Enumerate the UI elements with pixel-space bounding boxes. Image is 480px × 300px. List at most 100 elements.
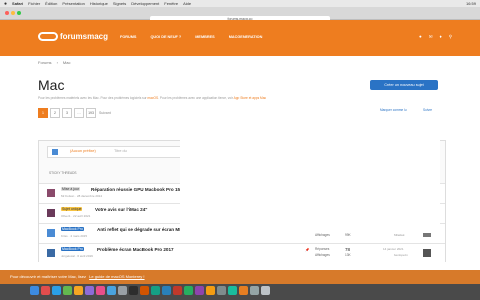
replies-label: Réponses bbox=[315, 247, 330, 251]
avatar bbox=[423, 249, 431, 257]
page-193[interactable]: 193 bbox=[86, 108, 96, 118]
menu-aide[interactable]: Aide bbox=[183, 1, 191, 6]
podcasts-icon[interactable] bbox=[85, 286, 94, 295]
bell-icon[interactable]: ♦ bbox=[440, 34, 442, 40]
page-3[interactable]: 3 bbox=[62, 108, 72, 118]
dock-icons bbox=[30, 286, 272, 295]
prefix-select[interactable]: (Aucun préfixe) bbox=[70, 149, 96, 153]
macos-menubar: ● Safari Fichier Édition Présentation Hi… bbox=[0, 0, 480, 7]
minimize-window-icon[interactable] bbox=[11, 11, 15, 15]
banner-text: Pour découvrir et maîtriser votre Mac, l… bbox=[10, 274, 87, 279]
app-store-icon[interactable] bbox=[107, 286, 116, 295]
mark-read-link[interactable]: Marquer comme lu bbox=[380, 108, 407, 112]
thread-title[interactable]: Problème écran MacBook Pro 2017 bbox=[97, 247, 174, 252]
thread-prefix: MacBook Pro bbox=[61, 227, 85, 231]
breadcrumb-forums[interactable]: Forums bbox=[38, 60, 52, 65]
nav-forums[interactable]: FORUMS bbox=[120, 35, 136, 39]
desc-link-appstore[interactable]: App Store et apps Mac bbox=[234, 96, 266, 100]
thread-prefix: Mise à jour bbox=[61, 187, 81, 191]
avatar bbox=[47, 249, 55, 257]
app-icon[interactable] bbox=[228, 286, 237, 295]
app-icon[interactable] bbox=[195, 286, 204, 295]
table-row[interactable]: MacBook Pro Problème écran MacBook Pro 2… bbox=[39, 243, 445, 262]
app-icon[interactable] bbox=[151, 286, 160, 295]
photos-icon[interactable] bbox=[74, 286, 83, 295]
apple-icon[interactable]: ● bbox=[4, 1, 7, 7]
nav-membres[interactable]: MEMBRES bbox=[195, 35, 214, 39]
thread-author: Kriss · 4 mars 2015 bbox=[61, 234, 88, 238]
site-logo[interactable]: forumsmacg bbox=[38, 32, 108, 41]
app-icon[interactable] bbox=[206, 286, 215, 295]
app-icon[interactable] bbox=[217, 286, 226, 295]
last-post-date[interactable]: 14 janvier 2021 bbox=[383, 247, 404, 251]
thread-title[interactable]: Réparation réussie GPU Macbook Pro 15" 2… bbox=[91, 187, 194, 192]
user-icon[interactable]: ● bbox=[419, 34, 422, 40]
trash-icon[interactable] bbox=[261, 286, 270, 295]
menu-developpement[interactable]: Développement bbox=[131, 1, 159, 6]
nav-quoi-de-neuf[interactable]: QUOI DE NEUF ? bbox=[150, 35, 181, 39]
close-window-icon[interactable] bbox=[5, 11, 9, 15]
menu-safari[interactable]: Safari bbox=[12, 1, 23, 6]
search-icon[interactable]: ⚲ bbox=[449, 34, 452, 40]
thread-author: Mr.Kolson · 28 décembre 2014 bbox=[61, 194, 103, 198]
new-thread-button[interactable]: Créer un nouveau sujet bbox=[370, 80, 438, 90]
menu-presentation[interactable]: Présentation bbox=[62, 1, 84, 6]
system-preferences-icon[interactable] bbox=[118, 286, 127, 295]
page-ellipsis: … bbox=[74, 108, 84, 118]
breadcrumb: Forums › Mac bbox=[38, 60, 70, 65]
sticky-threads-label: STICKY THREADS bbox=[49, 171, 77, 175]
promo-banner: Pour découvrir et maîtriser votre Mac, l… bbox=[0, 270, 480, 284]
menu-fenetre[interactable]: Fenêtre bbox=[164, 1, 178, 6]
view-count: 99K bbox=[345, 233, 351, 237]
avatar bbox=[47, 229, 55, 237]
app-icon[interactable] bbox=[184, 286, 193, 295]
white-overlay-panel bbox=[180, 113, 440, 233]
menu-edition[interactable]: Édition bbox=[45, 1, 57, 6]
finder-icon[interactable] bbox=[30, 286, 39, 295]
view-count: 13K bbox=[345, 253, 351, 257]
last-post-user[interactable]: benlopezn bbox=[394, 253, 408, 257]
desc-text: Pour les problèmes matériels avec les Ma… bbox=[38, 96, 147, 100]
next-page-link[interactable]: Suivant bbox=[98, 109, 112, 117]
launchpad-icon[interactable] bbox=[41, 286, 50, 295]
desc-link-macos[interactable]: macOS bbox=[148, 96, 159, 100]
clock: 16:59 bbox=[465, 1, 476, 6]
forum-logo-icon bbox=[38, 32, 58, 41]
site-header: forumsmacg FORUMS QUOI DE NEUF ? MEMBRES… bbox=[0, 20, 480, 56]
app-icon[interactable] bbox=[140, 286, 149, 295]
zoom-window-icon[interactable] bbox=[17, 11, 21, 15]
main-nav: FORUMS QUOI DE NEUF ? MEMBRES MACGENERAT… bbox=[120, 35, 276, 39]
views-label: Affichages bbox=[315, 253, 330, 257]
messages-icon[interactable] bbox=[63, 286, 72, 295]
music-icon[interactable] bbox=[96, 286, 105, 295]
nav-macgeneration[interactable]: MACGENERATION bbox=[229, 35, 263, 39]
menu-signets[interactable]: Signets bbox=[113, 1, 126, 6]
header-icons: ● ✉ ♦ ⚲ bbox=[412, 34, 452, 40]
thread-author: Jorgelocal · 6 avril 2019 bbox=[61, 254, 93, 258]
browser-toolbar: forums.macg.co bbox=[0, 7, 480, 23]
safari-icon[interactable] bbox=[52, 286, 61, 295]
thread-title[interactable]: Votre avis sur l'iMac 24" bbox=[95, 207, 147, 212]
page-2[interactable]: 2 bbox=[50, 108, 60, 118]
menu-historique[interactable]: Historique bbox=[90, 1, 108, 6]
last-post-user[interactable]: Mfaidek bbox=[394, 233, 405, 237]
avatar bbox=[52, 149, 58, 155]
follow-link[interactable]: Suivre bbox=[423, 108, 432, 112]
app-icon[interactable] bbox=[239, 286, 248, 295]
thread-title-input[interactable]: Titre du bbox=[114, 149, 127, 153]
page-1[interactable]: 1 bbox=[38, 108, 48, 118]
banner-link[interactable]: Le guide de macOS Monterey ! bbox=[89, 274, 144, 279]
inbox-icon[interactable]: ✉ bbox=[429, 34, 433, 40]
app-icon[interactable] bbox=[173, 286, 182, 295]
reply-count: 78 bbox=[345, 247, 351, 252]
views-label: Affichages bbox=[315, 233, 330, 237]
terminal-icon[interactable] bbox=[129, 286, 138, 295]
desc-text-2: . Pour les problèmes avec une applicatio… bbox=[158, 96, 233, 100]
logo-text: forumsmacg bbox=[60, 32, 109, 41]
menu-fichier[interactable]: Fichier bbox=[28, 1, 40, 6]
thread-title[interactable]: Anti reflet qui se dégrade sur écran MBP… bbox=[97, 227, 187, 232]
breadcrumb-mac[interactable]: Mac bbox=[63, 60, 71, 65]
app-icon[interactable] bbox=[162, 286, 171, 295]
thread-prefix: MacBook Pro bbox=[61, 247, 85, 251]
downloads-icon[interactable] bbox=[250, 286, 259, 295]
